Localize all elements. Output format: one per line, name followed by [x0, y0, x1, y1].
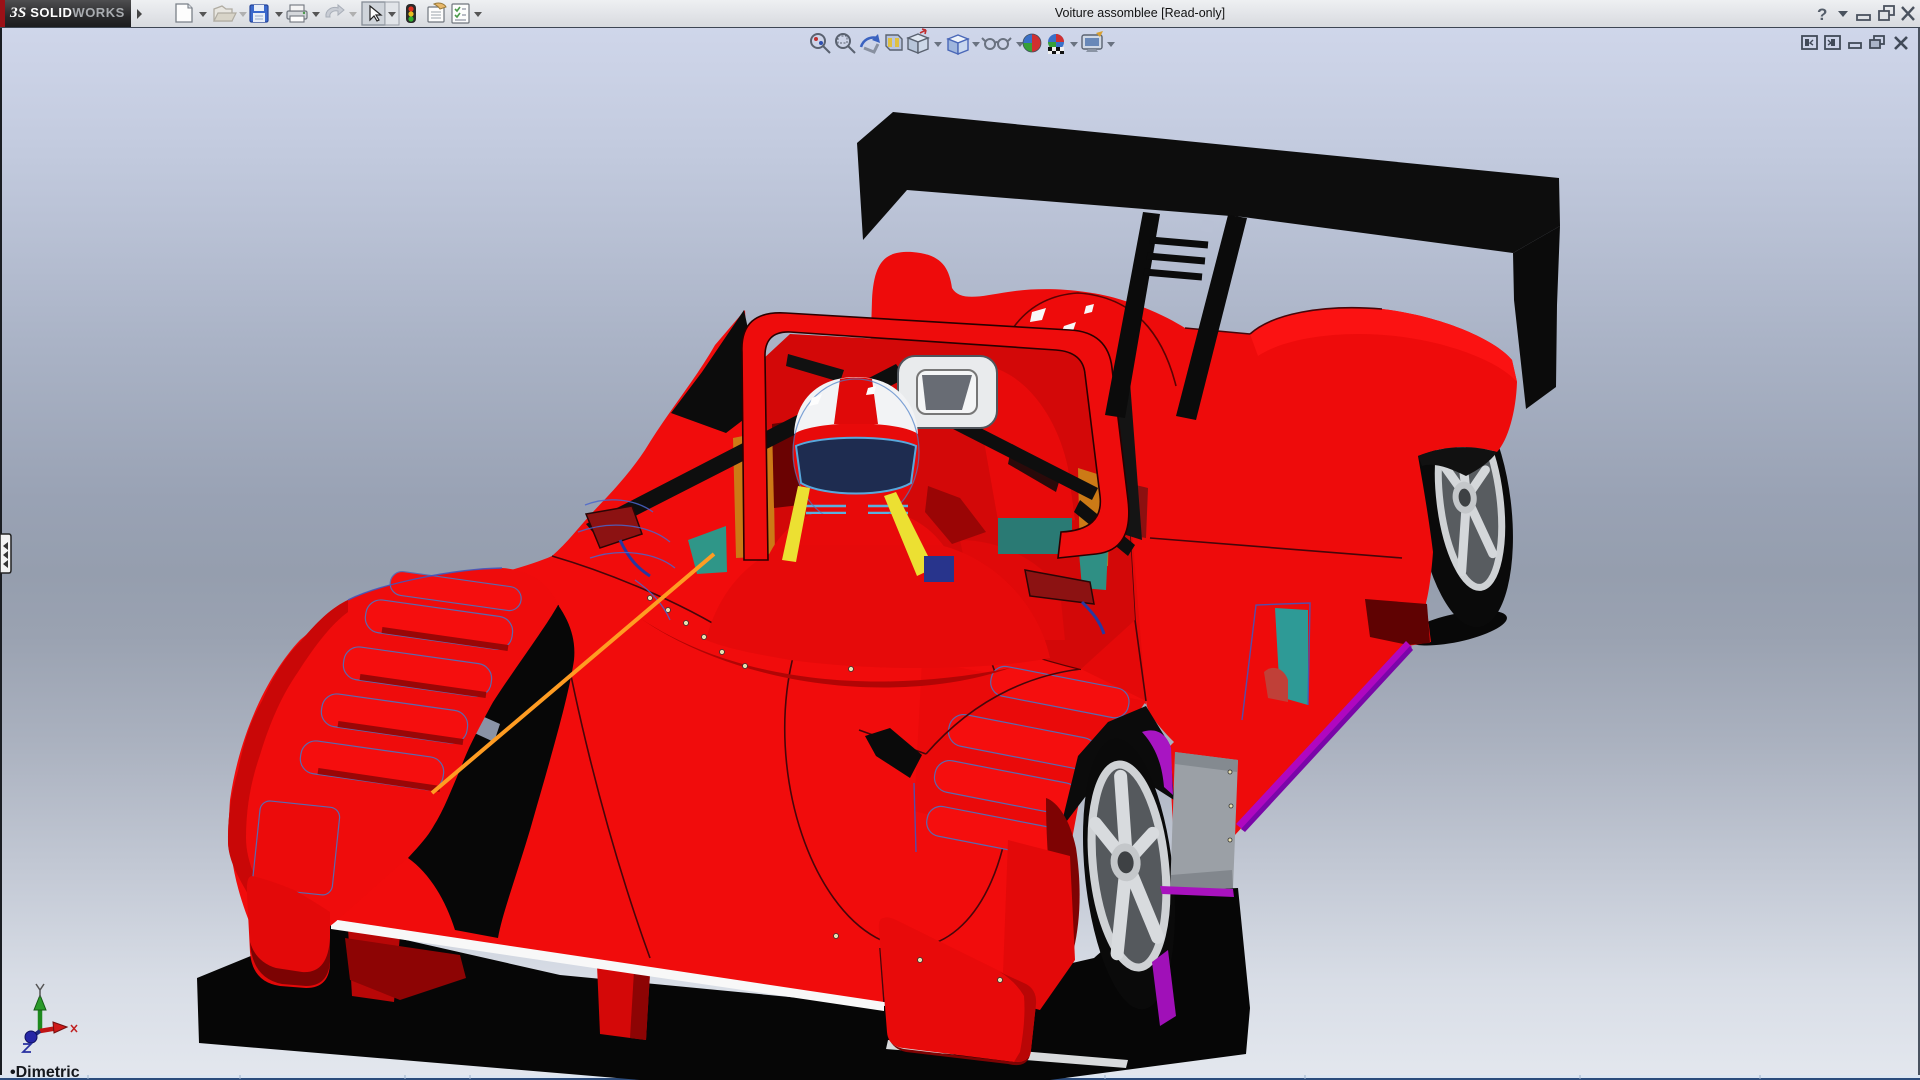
svg-text:•Dimetric: •Dimetric	[10, 1064, 80, 1080]
